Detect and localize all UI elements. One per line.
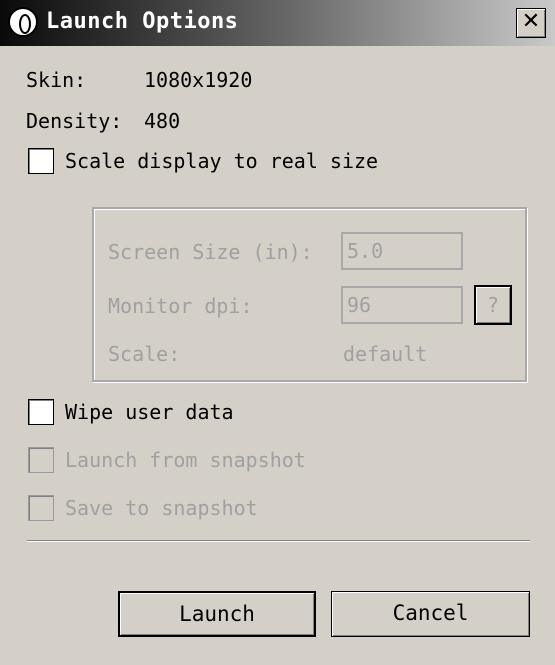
screen-size-input[interactable]: 5.0 bbox=[341, 232, 463, 270]
scale-display-checkbox[interactable] bbox=[28, 148, 54, 174]
close-button[interactable]: ✕ bbox=[516, 8, 546, 38]
launch-options-dialog: Launch Options ✕ Skin: 1080x1920 Density… bbox=[0, 0, 555, 665]
window-title: Launch Options bbox=[46, 9, 239, 34]
screen-size-label: Screen Size (in): bbox=[108, 240, 313, 264]
launch-from-snapshot-label: Launch from snapshot bbox=[65, 448, 306, 472]
cancel-button[interactable]: Cancel bbox=[331, 591, 530, 637]
wipe-user-data-checkbox[interactable] bbox=[28, 399, 54, 425]
save-to-snapshot-checkbox[interactable] bbox=[28, 495, 54, 521]
separator bbox=[27, 540, 530, 542]
wipe-user-data-label[interactable]: Wipe user data bbox=[65, 400, 234, 424]
density-value: 480 bbox=[144, 109, 181, 133]
monitor-dpi-label: Monitor dpi: bbox=[108, 294, 253, 318]
scale-value: default bbox=[343, 342, 428, 366]
close-icon: ✕ bbox=[521, 9, 541, 34]
save-to-snapshot-label: Save to snapshot bbox=[65, 496, 258, 520]
launch-from-snapshot-checkbox[interactable] bbox=[28, 447, 54, 473]
dpi-help-button[interactable]: ? bbox=[474, 285, 512, 325]
skin-label: Skin: bbox=[26, 68, 87, 92]
density-label: Density: bbox=[26, 109, 123, 133]
launch-button[interactable]: Launch bbox=[118, 591, 316, 637]
monitor-dpi-input[interactable]: 96 bbox=[341, 286, 463, 324]
scale-display-label[interactable]: Scale display to real size bbox=[65, 149, 378, 173]
title-bar[interactable]: Launch Options ✕ bbox=[0, 0, 555, 46]
skin-value: 1080x1920 bbox=[144, 68, 253, 92]
scale-label: Scale: bbox=[108, 342, 181, 366]
app-icon bbox=[8, 7, 38, 37]
